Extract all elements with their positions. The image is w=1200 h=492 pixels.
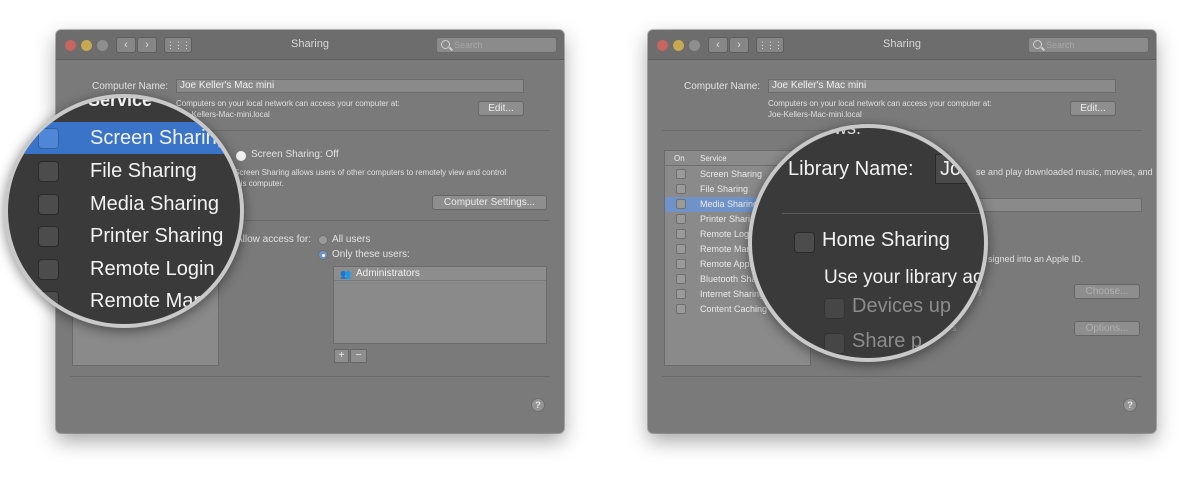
allow-access-label: Allow access for: (236, 234, 312, 245)
checkbox[interactable] (676, 169, 686, 179)
edit-button[interactable]: Edit... (1070, 101, 1116, 116)
list-item[interactable]: 👥 Administrators (334, 267, 546, 281)
list-item[interactable]: Remote Management (8, 285, 240, 317)
service-label: Content Caching (700, 304, 768, 314)
all-users-radio[interactable] (318, 235, 328, 245)
help-button[interactable]: ? (531, 398, 545, 412)
choose-button[interactable]: Choose... (1074, 284, 1140, 299)
checkbox[interactable] (676, 289, 686, 299)
checkbox[interactable] (676, 214, 686, 224)
list-item[interactable]: Printer Sharing (8, 220, 240, 252)
only-these-users-radio[interactable] (318, 250, 328, 260)
divider (662, 376, 1142, 377)
magnifier-services: Service Screen Sharing File Sharing Medi… (4, 94, 244, 328)
checkbox[interactable] (38, 194, 59, 215)
home-sharing-label: Home Sharing (822, 229, 950, 251)
computer-name-info: Computers on your local network can acce… (176, 99, 400, 108)
checkbox[interactable] (38, 291, 59, 312)
service-header: Service (88, 94, 153, 110)
checkbox[interactable] (676, 184, 686, 194)
service-label: Media Sharing (90, 193, 219, 215)
plus-icon: + (338, 350, 345, 361)
library-name-label: Library Name: (788, 158, 914, 180)
help-button[interactable]: ? (1123, 398, 1137, 412)
list-item[interactable]: Remote Login (8, 253, 240, 285)
search-input[interactable]: Search (1028, 37, 1149, 53)
service-label: File Sharing (700, 184, 749, 194)
computer-name-field[interactable]: Joe Keller's Mac mini (176, 79, 524, 93)
checkbox[interactable] (38, 161, 59, 182)
service-label: Remote Login (90, 258, 215, 280)
checkbox[interactable] (676, 304, 686, 314)
search-icon (441, 40, 450, 49)
list-item[interactable]: File Sharing (8, 155, 240, 187)
library-name-field[interactable]: ry (960, 198, 1142, 212)
list-item[interactable]: Media Sharing (8, 188, 240, 220)
col-service: Service (700, 154, 727, 163)
checkbox[interactable] (38, 259, 59, 280)
devices-checkbox[interactable] (824, 298, 845, 319)
remove-user-button[interactable]: − (350, 349, 367, 363)
computer-name-label: Computer Name: (92, 81, 169, 92)
library-desc: se and play downloaded music, movies, an… (976, 167, 1153, 177)
only-these-users-label: Only these users: (332, 249, 410, 260)
computer-hostname: Joe-Kellers-Mac-mini.local (768, 110, 862, 119)
share-photos-label: Share p (852, 330, 923, 352)
checkbox[interactable] (38, 128, 59, 149)
edit-button[interactable]: Edit... (478, 101, 524, 116)
home-sharing-note: signed into an Apple ID. (988, 254, 1084, 264)
share-photos-checkbox[interactable] (824, 333, 845, 354)
title-bar: ‹ › ⋮⋮⋮ Sharing Search (56, 30, 564, 60)
checkbox[interactable] (676, 199, 686, 209)
minus-icon: − (355, 350, 362, 361)
col-on: On (674, 154, 685, 163)
checkbox[interactable] (676, 244, 686, 254)
add-user-button[interactable]: + (334, 349, 349, 363)
divider (70, 376, 550, 377)
options-button[interactable]: Options... (1074, 321, 1140, 336)
service-label: Remote Management (90, 290, 240, 312)
search-placeholder: Search (454, 40, 483, 50)
screen-sharing-status: Screen Sharing: Off (251, 149, 339, 160)
computer-name-info: Computers on your local network can acce… (768, 99, 992, 108)
service-label: Media Sharing (700, 199, 759, 209)
service-label: Printer Sharing (90, 225, 224, 247)
service-label: Internet Sharing (700, 289, 765, 299)
home-sharing-checkbox[interactable] (794, 232, 815, 253)
service-label: File Sharing (90, 160, 197, 182)
checkbox[interactable] (676, 259, 686, 269)
user-label: Administrators (356, 268, 420, 279)
search-input[interactable]: Search (436, 37, 557, 53)
group-icon: 👥 (340, 269, 352, 279)
library-name-field[interactable]: Jo (935, 154, 984, 184)
checkbox[interactable] (38, 226, 59, 247)
all-users-label: All users (332, 234, 371, 245)
checkbox[interactable] (676, 274, 686, 284)
magnifier-media-sharing: ows: Library Name: Jo Home Sharing Use y… (748, 124, 988, 362)
computer-name-field[interactable]: Joe Keller's Mac mini (768, 79, 1116, 93)
users-list: 👥 Administrators (333, 266, 547, 344)
checkbox[interactable] (676, 229, 686, 239)
computer-name-label: Computer Name: (684, 81, 761, 92)
screen-sharing-desc-1: Screen Sharing allows users of other com… (234, 168, 507, 177)
search-placeholder: Search (1046, 40, 1075, 50)
search-icon (1033, 40, 1042, 49)
computer-settings-button[interactable]: Computer Settings... (432, 195, 547, 210)
devices-label: Devices up (852, 295, 951, 317)
service-label: Screen Sharing (700, 169, 763, 179)
list-item[interactable]: Screen Sharing (8, 122, 240, 154)
divider (232, 220, 550, 221)
divider (782, 213, 984, 214)
use-library-text: Use your library ac (824, 267, 983, 288)
title-bar: ‹ › ⋮⋮⋮ Sharing Search (648, 30, 1156, 60)
service-label: Screen Sharing (90, 127, 228, 149)
